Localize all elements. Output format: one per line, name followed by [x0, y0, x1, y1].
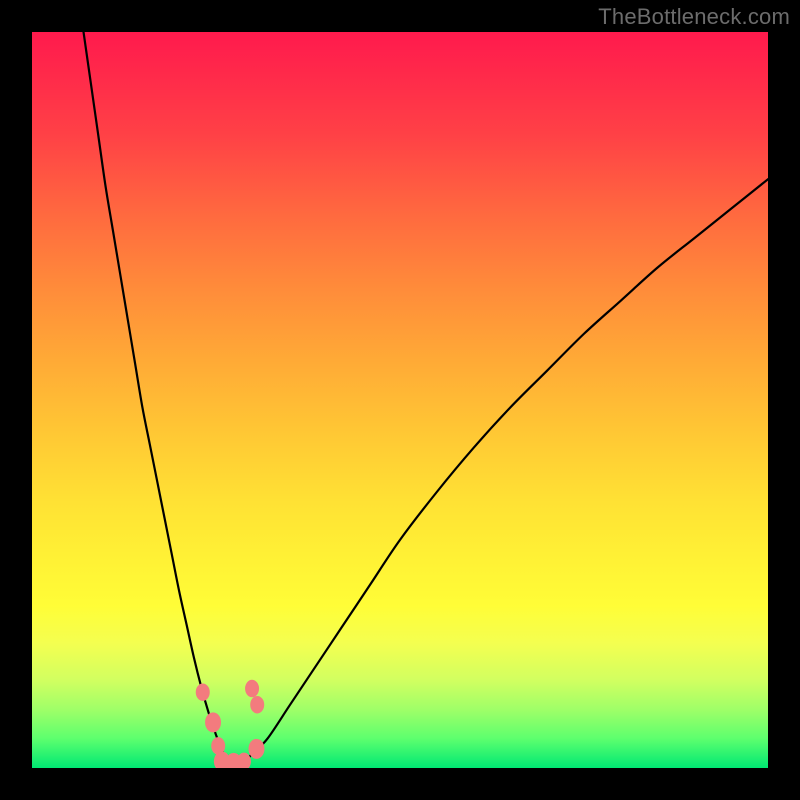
- curve-markers: [196, 680, 265, 768]
- curve-marker: [248, 739, 264, 759]
- curve-marker: [250, 696, 264, 714]
- chart-svg: [32, 32, 768, 768]
- watermark-label: TheBottleneck.com: [598, 4, 790, 30]
- curve-marker: [196, 683, 210, 701]
- curve-marker: [205, 712, 221, 732]
- curve-marker: [237, 753, 251, 768]
- plot-area: [32, 32, 768, 768]
- curve-marker: [245, 680, 259, 698]
- bottleneck-curve: [84, 32, 768, 765]
- chart-frame: TheBottleneck.com: [0, 0, 800, 800]
